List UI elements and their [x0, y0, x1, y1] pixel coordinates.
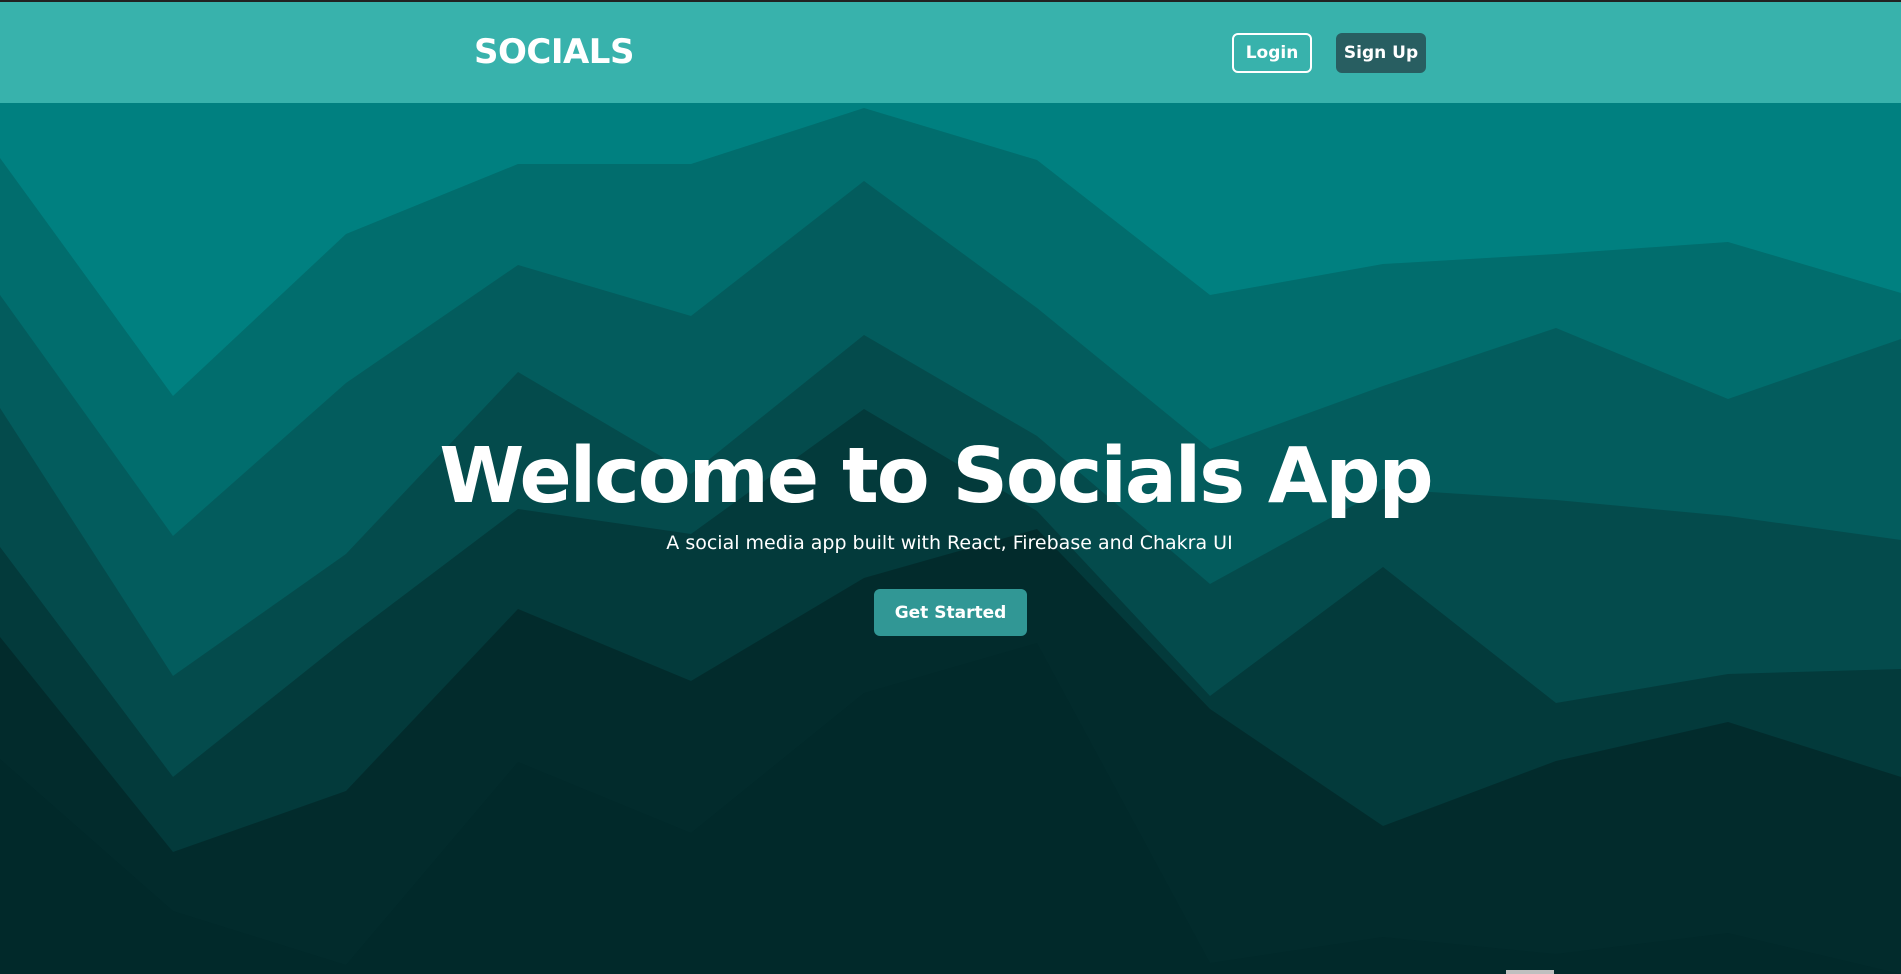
signup-button[interactable]: Sign Up — [1336, 33, 1426, 73]
brand-logo[interactable]: SOCIALS — [474, 32, 634, 72]
wave-background — [0, 103, 1901, 974]
landing-page: SOCIALS Login Sign Up Welcome to Socials… — [0, 0, 1901, 974]
window-top-border — [0, 0, 1901, 2]
login-button[interactable]: Login — [1232, 33, 1312, 73]
scrollbar-thumb[interactable] — [1506, 970, 1554, 974]
get-started-button[interactable]: Get Started — [874, 589, 1027, 636]
navbar: SOCIALS Login Sign Up — [0, 2, 1901, 103]
